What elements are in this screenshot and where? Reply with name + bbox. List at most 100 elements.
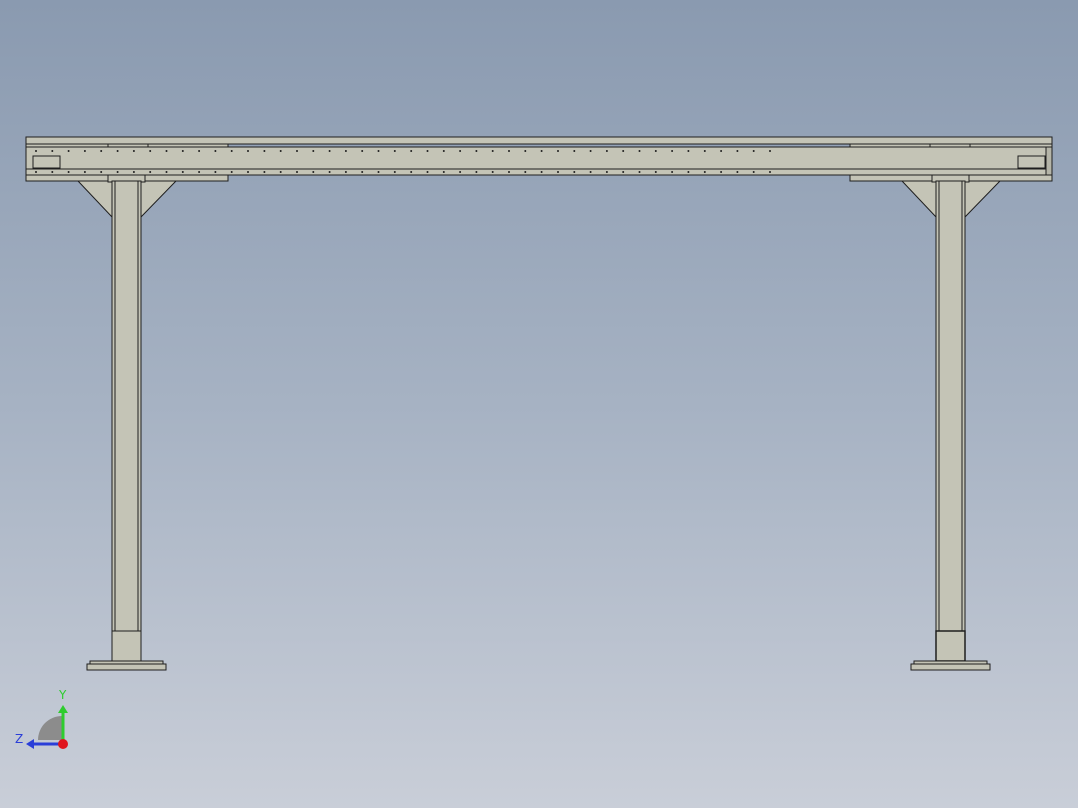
rail-hole [393,171,396,173]
rail-hole [377,171,380,173]
right-leg-foot-base [910,663,991,671]
rail-hole [557,171,559,173]
rail-hole [573,171,576,173]
x-axis-dot [58,739,68,749]
rail-hole [703,150,706,152]
rail-hole [508,171,510,173]
rail-hole [638,171,641,173]
rail-body [25,146,1053,176]
rail-hole [573,150,576,152]
left-leg[interactable] [76,174,178,671]
rail-hole [524,171,527,173]
rail-hole [769,150,771,152]
rail-hole [279,150,282,152]
rail-hole [214,171,217,173]
rail-hole [638,150,641,152]
rail-hole [393,150,396,152]
rail-hole [149,150,152,152]
rail-hole [35,171,37,173]
right-leg-gusset-outer [900,180,937,219]
z-axis-arrowhead [26,739,34,749]
rail-hole [247,171,249,173]
graphics-viewport[interactable]: Y Z [0,0,1078,808]
left-leg-gusset-inner [140,180,178,219]
top-rail[interactable] [25,136,1053,182]
right-leg-post [935,180,966,632]
rail-hole [703,171,706,173]
rail-hole [83,150,86,152]
y-axis-arrowhead [58,705,68,713]
rail-hole [361,171,364,173]
rail-hole [605,150,608,152]
rail-hole [51,150,54,152]
rail-hole [752,150,755,152]
rail-hole [165,171,168,173]
rail-end-slot-left [32,155,61,169]
rail-hole [198,150,201,152]
rail-hole [508,150,510,152]
rail-hole [344,171,347,173]
rail-hole [622,171,625,173]
rail-hole [35,150,37,152]
rail-hole [377,150,380,152]
rail-hole [540,171,543,173]
rail-hole [654,171,657,173]
rail-hole [720,150,723,152]
rail-hole [181,150,184,152]
rail-hole [312,150,315,152]
rail-hole [654,150,657,152]
rail-hole [149,171,152,173]
rail-hole [752,171,755,173]
rail-hole [181,171,184,173]
rail-hole [410,171,413,173]
rail-hole [589,171,592,173]
rail-hole [116,150,119,152]
rail-hole [361,150,364,152]
rail-hole [769,171,771,173]
rail-end-cap-right [1045,146,1053,176]
model-scene[interactable] [0,0,1078,808]
rail-hole [475,171,478,173]
rail-hole [230,150,233,152]
left-leg-gusset-outer [76,180,113,219]
rail-hole [671,171,674,173]
conveyor-frame-model[interactable] [25,136,1053,671]
rail-hole [100,150,103,152]
rail-hole [165,150,168,152]
rail-hole [491,171,494,173]
rail-hole [736,150,739,152]
rail-hole [540,150,543,152]
rail-hole [687,150,690,152]
left-leg-post [111,180,142,632]
rail-hole [491,150,494,152]
rail-hole [442,150,445,152]
orientation-triad [26,705,68,749]
rail-hole [605,171,608,173]
rail-hole [442,171,445,173]
rail-hole [116,171,119,173]
rail-hole [100,171,103,173]
right-leg-adjuster [935,630,966,662]
right-leg[interactable] [900,174,1002,671]
triad-base-arc [38,716,62,740]
right-leg-gusset-inner [964,180,1002,219]
rail-hole [296,171,298,173]
rail-hole [279,171,282,173]
left-leg-foot-base [86,663,167,671]
rail-end-slot-right [1017,155,1046,169]
rail-hole [344,150,347,152]
rail-hole [671,150,674,152]
rail-hole [312,171,315,173]
rail-hole [622,150,625,152]
rail-hole [83,171,86,173]
rail-hole [557,150,559,152]
rail-hole [296,150,298,152]
rail-hole [426,171,429,173]
rail-hole [51,171,54,173]
rail-hole [247,150,249,152]
rail-hole [426,150,429,152]
rail-top-lip [25,136,1053,145]
rail-hole [328,171,331,173]
z-axis-label: Z [15,732,24,746]
rail-hole [459,171,462,173]
